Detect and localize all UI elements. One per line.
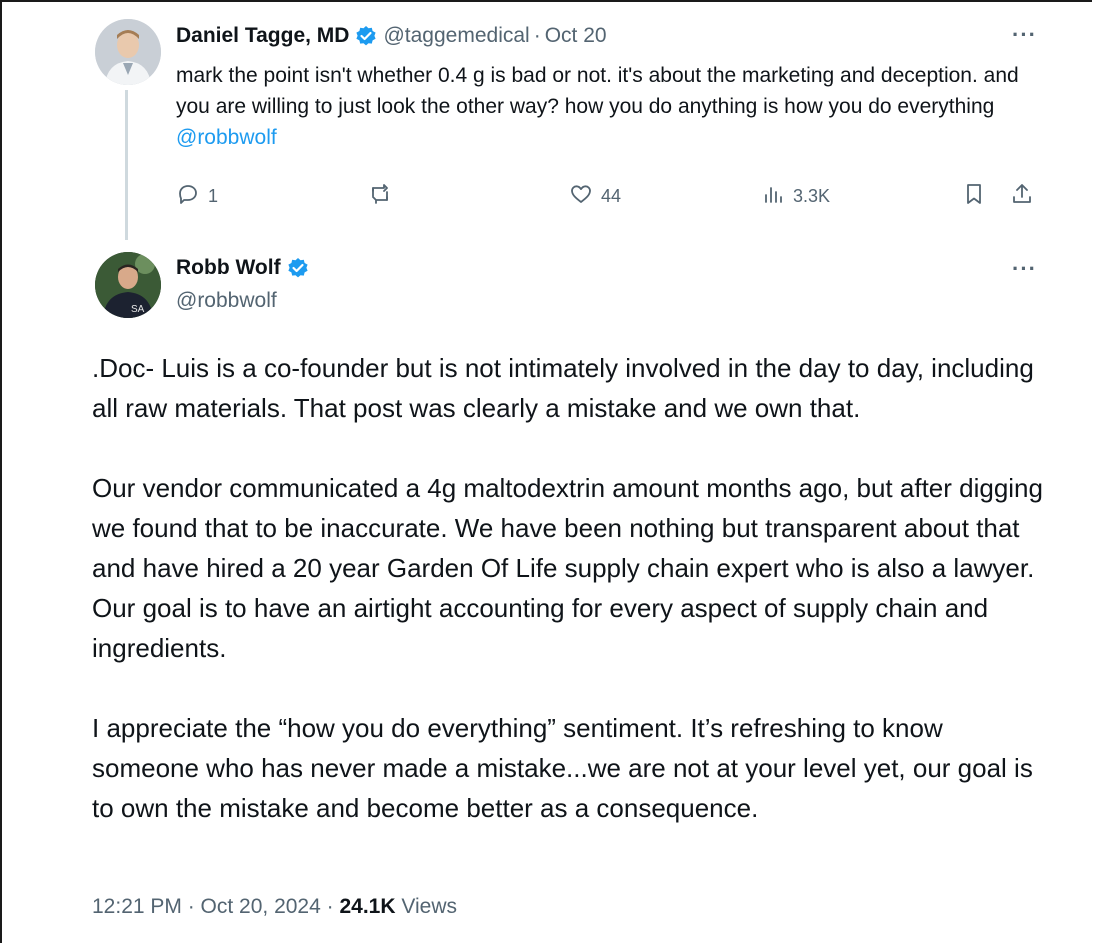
verified-badge-icon [287, 257, 309, 279]
views-count: 3.3K [793, 186, 831, 206]
like-button[interactable]: 44 [569, 182, 621, 211]
avatar-daniel-tagge[interactable] [95, 19, 161, 85]
thread-connector-line [125, 90, 128, 240]
heart-icon [569, 182, 593, 211]
retweet-icon [368, 182, 392, 211]
main-paragraph-2: Our vendor communicated a 4g maltodextri… [92, 473, 1043, 663]
reply-action-bar: 1 44 3.3K [176, 182, 1046, 212]
reply-body: mark the point isn't whether 0.4 g is ba… [176, 64, 1019, 118]
reply-date[interactable]: Oct 20 [545, 24, 607, 48]
view-count: 24.1K [339, 895, 396, 918]
like-count: 44 [601, 186, 622, 206]
avatar-robb-wolf[interactable]: SA [95, 252, 161, 318]
main-tweet-body: .Doc- Luis is a co-founder but is not in… [92, 348, 1052, 868]
analytics-icon [761, 182, 785, 211]
reply-more-button[interactable]: ··· [1012, 22, 1037, 48]
main-author-handle[interactable]: @robbwolf [176, 289, 277, 313]
reply-icon [176, 182, 200, 211]
bookmark-button[interactable] [962, 182, 986, 211]
views-button[interactable]: 3.3K [761, 182, 830, 211]
main-more-button[interactable]: ··· [1012, 256, 1037, 282]
tweet-timestamp[interactable]: 12:21 PM · Oct 20, 2024 · [92, 895, 339, 918]
reply-separator: · [533, 24, 541, 47]
views-label: Views [395, 895, 457, 918]
verified-badge-icon [355, 25, 377, 47]
main-tweet-header: Robb Wolf [176, 256, 315, 280]
retweet-button[interactable] [368, 182, 400, 211]
reply-mention-link[interactable]: @robbwolf [176, 126, 277, 149]
reply-count: 1 [208, 186, 219, 206]
tweet-meta: 12:21 PM · Oct 20, 2024 · 24.1K Views [92, 895, 457, 919]
reply-header: Daniel Tagge, MD @taggemedical · Oct 20 [176, 24, 607, 48]
avatar-photo-icon [95, 19, 161, 85]
reply-author-name[interactable]: Daniel Tagge, MD [176, 24, 349, 48]
avatar-photo-icon: SA [95, 252, 161, 318]
share-icon [1010, 182, 1034, 211]
reply-handle[interactable]: @taggemedical [383, 24, 529, 48]
reply-text: mark the point isn't whether 0.4 g is ba… [176, 60, 1046, 153]
reply-button[interactable]: 1 [176, 182, 218, 211]
svg-text:SA: SA [131, 304, 145, 315]
main-author-name[interactable]: Robb Wolf [176, 256, 281, 280]
share-button[interactable] [1010, 182, 1034, 211]
bookmark-icon [962, 182, 986, 211]
main-paragraph-1: .Doc- Luis is a co-founder but is not in… [92, 353, 1034, 423]
main-paragraph-3: I appreciate the “how you do everything”… [92, 713, 1033, 823]
